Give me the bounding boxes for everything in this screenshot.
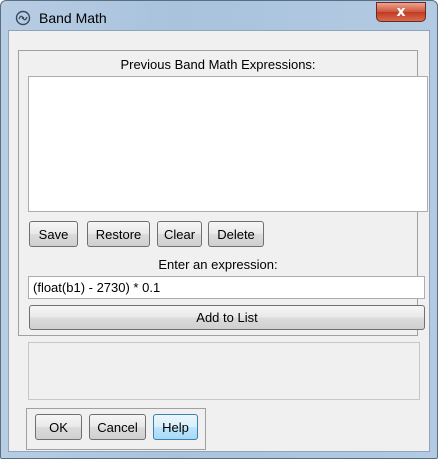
status-area [28,342,420,400]
window-title: Band Math [39,10,107,26]
title-bar[interactable]: Band Math x [1,1,437,31]
save-button[interactable]: Save [29,221,78,247]
previous-expressions-label: Previous Band Math Expressions: [120,57,316,72]
ok-button[interactable]: OK [35,414,82,440]
clear-button[interactable]: Clear [157,221,202,247]
previous-expressions-list[interactable] [28,76,428,212]
cancel-button[interactable]: Cancel [89,414,146,440]
add-to-list-button[interactable]: Add to List [29,305,425,330]
help-button[interactable]: Help [153,414,198,440]
band-math-app-icon [15,10,31,26]
restore-button[interactable]: Restore [87,221,150,247]
enter-expression-label: Enter an expression: [158,257,278,272]
close-button[interactable]: x [376,2,426,22]
expression-input[interactable]: (float(b1) - 2730) * 0.1 [28,276,425,299]
delete-button[interactable]: Delete [208,221,264,247]
close-icon: x [396,4,406,20]
